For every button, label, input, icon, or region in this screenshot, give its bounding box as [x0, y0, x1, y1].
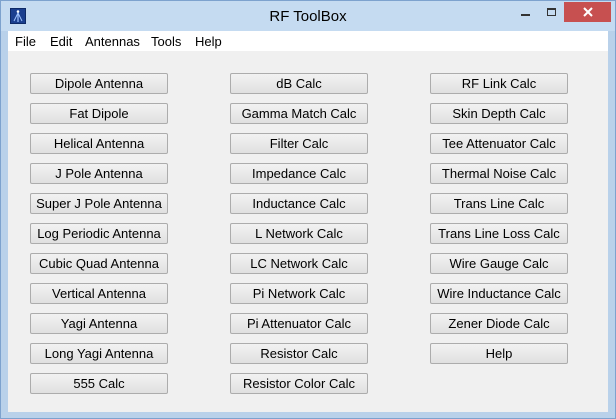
trans-line-calc-button[interactable]: Trans Line Calc	[430, 193, 568, 214]
wire-inductance-calc-button[interactable]: Wire Inductance Calc	[430, 283, 568, 304]
close-icon	[582, 7, 593, 17]
l-network-calc-button[interactable]: L Network Calc	[230, 223, 368, 244]
super-j-pole-antenna-button[interactable]: Super J Pole Antenna	[30, 193, 168, 214]
lc-network-calc-button[interactable]: LC Network Calc	[230, 253, 368, 274]
resistor-calc-button[interactable]: Resistor Calc	[230, 343, 368, 364]
menu-file[interactable]: File	[15, 34, 36, 49]
log-periodic-antenna-button[interactable]: Log Periodic Antenna	[30, 223, 168, 244]
filter-calc-button[interactable]: Filter Calc	[230, 133, 368, 154]
menu-edit[interactable]: Edit	[50, 34, 72, 49]
menu-help[interactable]: Help	[195, 34, 222, 49]
title-bar[interactable]: RF ToolBox	[1, 1, 615, 31]
help-button[interactable]: Help	[430, 343, 568, 364]
minimize-icon	[520, 14, 530, 16]
dipole-antenna-button[interactable]: Dipole Antenna	[30, 73, 168, 94]
pi-attenuator-calc-button[interactable]: Pi Attenuator Calc	[230, 313, 368, 334]
minimize-button[interactable]	[512, 2, 538, 22]
app-window: RF ToolBox File Edit Antennas Tools Help…	[0, 0, 616, 419]
cubic-quad-antenna-button[interactable]: Cubic Quad Antenna	[30, 253, 168, 274]
j-pole-antenna-button[interactable]: J Pole Antenna	[30, 163, 168, 184]
resistor-color-calc-button[interactable]: Resistor Color Calc	[230, 373, 368, 394]
tee-attenuator-calc-button[interactable]: Tee Attenuator Calc	[430, 133, 568, 154]
yagi-antenna-button[interactable]: Yagi Antenna	[30, 313, 168, 334]
fat-dipole-button[interactable]: Fat Dipole	[30, 103, 168, 124]
menu-tools[interactable]: Tools	[151, 34, 181, 49]
impedance-calc-button[interactable]: Impedance Calc	[230, 163, 368, 184]
menu-bar: File Edit Antennas Tools Help	[8, 31, 608, 51]
button-panel: Dipole Antenna Fat Dipole Helical Antenn…	[8, 51, 608, 412]
thermal-noise-calc-button[interactable]: Thermal Noise Calc	[430, 163, 568, 184]
wire-gauge-calc-button[interactable]: Wire Gauge Calc	[430, 253, 568, 274]
db-calc-button[interactable]: dB Calc	[230, 73, 368, 94]
vertical-antenna-button[interactable]: Vertical Antenna	[30, 283, 168, 304]
maximize-button[interactable]	[538, 2, 564, 22]
helical-antenna-button[interactable]: Helical Antenna	[30, 133, 168, 154]
zener-diode-calc-button[interactable]: Zener Diode Calc	[430, 313, 568, 334]
rf-link-calc-button[interactable]: RF Link Calc	[430, 73, 568, 94]
maximize-icon	[546, 8, 556, 16]
skin-depth-calc-button[interactable]: Skin Depth Calc	[430, 103, 568, 124]
gamma-match-calc-button[interactable]: Gamma Match Calc	[230, 103, 368, 124]
pi-network-calc-button[interactable]: Pi Network Calc	[230, 283, 368, 304]
trans-line-loss-calc-button[interactable]: Trans Line Loss Calc	[430, 223, 568, 244]
long-yagi-antenna-button[interactable]: Long Yagi Antenna	[30, 343, 168, 364]
client-area: File Edit Antennas Tools Help Dipole Ant…	[8, 31, 608, 412]
close-button[interactable]	[564, 2, 611, 22]
inductance-calc-button[interactable]: Inductance Calc	[230, 193, 368, 214]
555-calc-button[interactable]: 555 Calc	[30, 373, 168, 394]
menu-antennas[interactable]: Antennas	[85, 34, 140, 49]
